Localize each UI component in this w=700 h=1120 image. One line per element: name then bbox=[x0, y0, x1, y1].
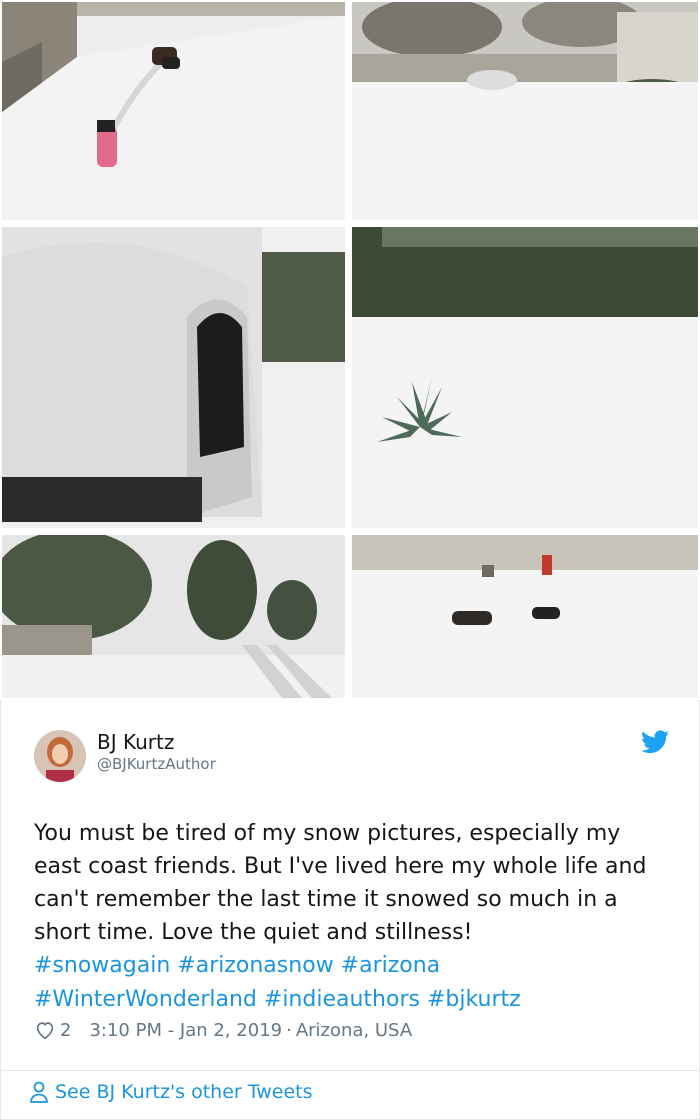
hashtag-link[interactable]: #arizonasnow bbox=[177, 953, 333, 978]
tweet-timestamp[interactable]: 3:10 PM - Jan 2, 2019 bbox=[89, 1020, 282, 1041]
photo-agave[interactable] bbox=[352, 227, 698, 528]
photo-snowy-street[interactable] bbox=[2, 535, 345, 698]
photo-dogs-yard[interactable] bbox=[352, 535, 698, 698]
photo-dogs-in-snow[interactable] bbox=[2, 2, 345, 220]
divider bbox=[1, 1070, 699, 1071]
hashtag-link[interactable]: #indieauthors bbox=[264, 987, 420, 1012]
display-name[interactable]: BJ Kurtz bbox=[97, 730, 174, 754]
see-more-label[interactable]: See BJ Kurtz's other Tweets bbox=[55, 1081, 313, 1103]
see-more-tweets-link[interactable]: See BJ Kurtz's other Tweets bbox=[29, 1081, 313, 1103]
hashtag-link[interactable]: #snowagain bbox=[34, 953, 170, 978]
hashtag-link[interactable]: #bjkurtz bbox=[427, 987, 521, 1012]
photo-backyard[interactable] bbox=[352, 2, 698, 220]
hashtag-link[interactable]: #WinterWonderland bbox=[34, 987, 257, 1012]
user-handle[interactable]: @BJKurtzAuthor bbox=[97, 755, 216, 773]
tweet-card: BJ Kurtz @BJKurtzAuthor You must be tire… bbox=[0, 700, 700, 1120]
twitter-bird-icon[interactable] bbox=[641, 730, 669, 754]
like-count[interactable]: 2 bbox=[60, 1020, 71, 1041]
photo-mailbox[interactable] bbox=[2, 227, 345, 528]
tweet-hashtags: #snowagain #arizonasnow #arizona #Winter… bbox=[34, 949, 674, 1017]
hashtag-link[interactable]: #arizona bbox=[341, 953, 441, 978]
person-icon bbox=[30, 1081, 48, 1103]
tweet-text: You must be tired of my snow pictures, e… bbox=[34, 821, 647, 945]
heart-icon[interactable] bbox=[34, 1019, 56, 1041]
avatar[interactable] bbox=[34, 730, 86, 782]
tweet-meta: 2 3:10 PM - Jan 2, 2019 · Arizona, USA bbox=[34, 1019, 412, 1041]
photo-grid bbox=[0, 0, 700, 700]
tweet-location[interactable]: Arizona, USA bbox=[296, 1020, 412, 1041]
meta-separator: · bbox=[286, 1019, 292, 1041]
